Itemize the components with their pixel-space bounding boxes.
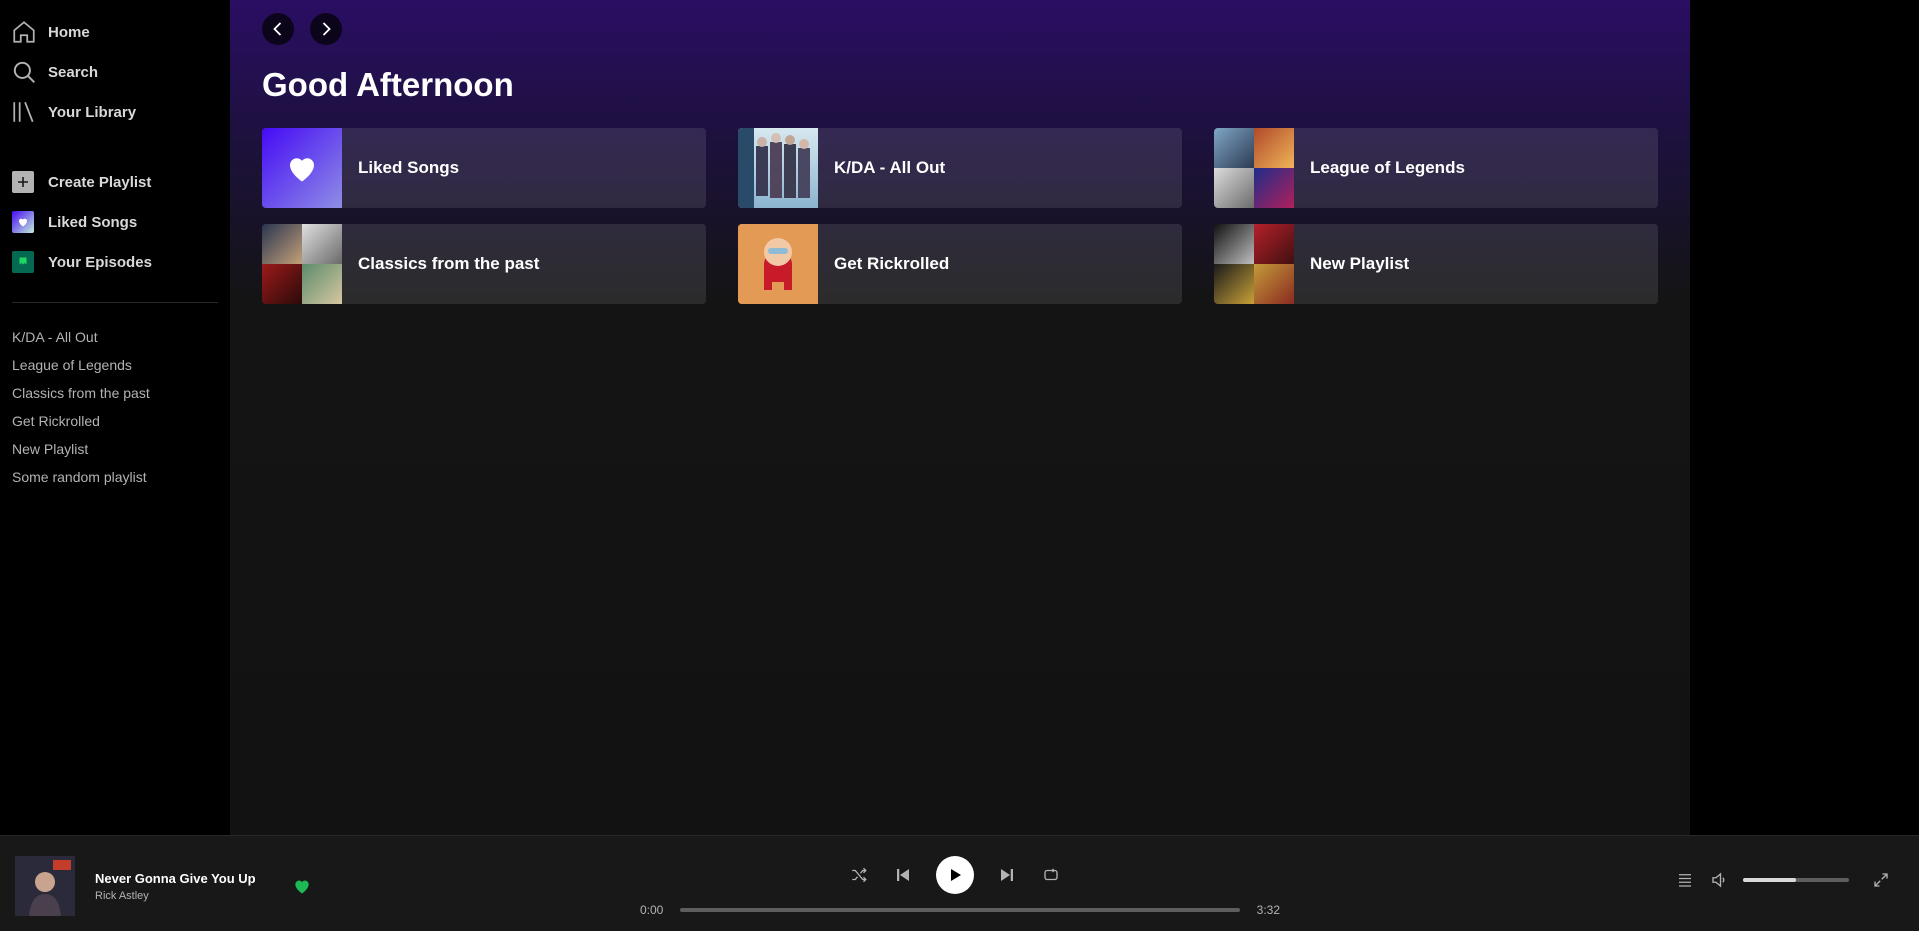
volume-fill	[1743, 878, 1796, 882]
card-title: K/DA - All Out	[834, 158, 946, 177]
plus-icon	[12, 171, 34, 193]
liked-songs-link[interactable]: Liked Songs	[0, 202, 230, 242]
sidebar: Home Search Your Library Create Playlist	[0, 0, 230, 835]
library-icon	[10, 98, 38, 126]
home-icon	[10, 18, 38, 46]
card-title: New Playlist	[1310, 254, 1410, 273]
playlist-item[interactable]: Get Rickrolled	[12, 407, 230, 435]
forward-button[interactable]	[310, 13, 342, 45]
nav-library-label: Your Library	[48, 103, 137, 121]
queue-icon	[1679, 874, 1691, 887]
skip-forward-icon	[1001, 869, 1013, 881]
nav-home[interactable]: Home	[0, 12, 230, 52]
playlist-list: K/DA - All Out League of Legends Classic…	[0, 323, 230, 491]
nav-search[interactable]: Search	[0, 52, 230, 92]
card-title: League of Legends	[1310, 158, 1465, 177]
chevron-right-icon	[322, 22, 331, 36]
progress-row: 0:00 3:32	[640, 903, 1280, 917]
play-icon	[951, 869, 961, 881]
player-bar: Never Gonna Give You Up Rick Astley 0:00…	[0, 835, 1919, 931]
get-rickrolled-cover	[738, 224, 818, 304]
heart-icon	[290, 158, 314, 182]
fullscreen-button[interactable]	[1871, 870, 1891, 890]
main-view: Good Afternoon Liked Songs K/DA - All Ou…	[230, 0, 1690, 835]
playlist-item[interactable]: League of Legends	[12, 351, 230, 379]
volume-slider[interactable]	[1743, 878, 1849, 882]
shuffle-button[interactable]	[848, 864, 870, 886]
shortcut-card-new-playlist[interactable]: New Playlist	[1214, 224, 1658, 304]
playlist-item[interactable]: Classics from the past	[12, 379, 230, 407]
repeat-icon	[1044, 868, 1058, 881]
kda-cover	[738, 128, 818, 208]
track-info: Never Gonna Give You Up Rick Astley	[95, 871, 285, 902]
album-art[interactable]	[15, 856, 75, 916]
repeat-button[interactable]	[1040, 864, 1062, 886]
history-nav	[262, 13, 342, 45]
play-button[interactable]	[936, 856, 974, 894]
create-playlist-label: Create Playlist	[48, 173, 152, 191]
progress-bar[interactable]	[680, 908, 1240, 912]
right-panel	[1690, 0, 1919, 835]
playlist-item[interactable]: K/DA - All Out	[12, 323, 230, 351]
extra-controls	[1675, 870, 1891, 890]
shortcut-card-league-of-legends[interactable]: League of Legends	[1214, 128, 1658, 208]
chevron-left-icon	[273, 22, 282, 36]
like-button[interactable]	[292, 876, 312, 896]
heart-icon	[12, 211, 34, 233]
your-episodes-label: Your Episodes	[48, 253, 152, 271]
card-title: Get Rickrolled	[834, 254, 950, 273]
nav-home-label: Home	[48, 23, 90, 41]
total-time: 3:32	[1256, 903, 1280, 917]
liked-songs-label: Liked Songs	[48, 213, 138, 231]
previous-button[interactable]	[892, 864, 914, 886]
next-button[interactable]	[996, 864, 1018, 886]
shortcut-card-kda[interactable]: K/DA - All Out	[738, 128, 1182, 208]
shortcut-card-liked-songs[interactable]: Liked Songs	[262, 128, 706, 208]
playlist-item[interactable]: New Playlist	[12, 435, 230, 463]
card-title: Liked Songs	[358, 158, 460, 177]
nav-search-label: Search	[48, 63, 99, 81]
skip-back-icon	[897, 869, 909, 881]
shortcut-card-classics[interactable]: Classics from the past	[262, 224, 706, 304]
track-title[interactable]: Never Gonna Give You Up	[95, 871, 285, 886]
app-root: Home Search Your Library Create Playlist	[0, 0, 1919, 931]
liked-songs-cover	[262, 128, 342, 208]
shortcut-card-get-rickrolled[interactable]: Get Rickrolled	[738, 224, 1182, 304]
heart-filled-icon	[295, 880, 309, 894]
expand-icon	[1874, 873, 1888, 887]
sidebar-divider	[12, 302, 218, 303]
your-episodes-link[interactable]: Your Episodes	[0, 242, 230, 282]
league-of-legends-cover	[1214, 128, 1294, 208]
card-title: Classics from the past	[358, 254, 540, 273]
create-playlist-button[interactable]: Create Playlist	[0, 162, 230, 202]
now-playing: Never Gonna Give You Up Rick Astley	[15, 856, 285, 916]
mute-button[interactable]	[1709, 870, 1729, 890]
volume-icon	[1712, 872, 1725, 888]
track-artist[interactable]: Rick Astley	[95, 890, 285, 902]
current-time: 0:00	[640, 903, 664, 917]
shortcut-grid: Liked Songs K/DA - All Out League of Leg…	[262, 128, 1658, 304]
podcast-icon	[12, 251, 34, 273]
classics-cover	[262, 224, 342, 304]
search-icon	[10, 58, 38, 86]
playback-controls	[848, 856, 1062, 894]
shuffle-icon	[852, 867, 867, 883]
back-button[interactable]	[262, 13, 294, 45]
queue-button[interactable]	[1675, 870, 1695, 890]
playlist-item[interactable]: Some random playlist	[12, 463, 230, 491]
page-title: Good Afternoon	[262, 66, 514, 103]
nav-library[interactable]: Your Library	[0, 92, 230, 132]
new-playlist-cover	[1214, 224, 1294, 304]
